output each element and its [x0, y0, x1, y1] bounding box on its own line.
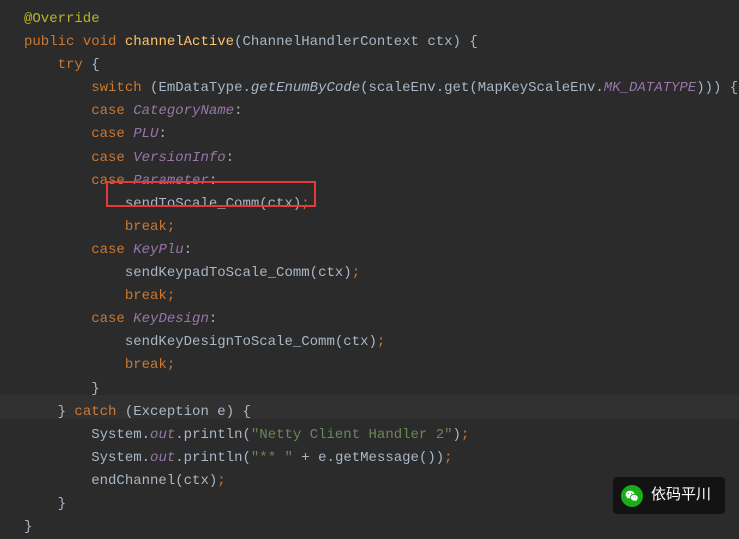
- case-parameter: Parameter: [133, 173, 209, 189]
- get-call: get: [444, 80, 469, 96]
- out-1: out: [150, 427, 175, 443]
- case-version: VersionInfo: [133, 150, 225, 166]
- kw-catch: catch: [74, 404, 116, 420]
- map-key-class: MapKeyScaleEnv: [478, 80, 596, 96]
- kw-break-1: break: [125, 219, 167, 235]
- kw-break-2: break: [125, 288, 167, 304]
- ctx-arg-2: ctx: [318, 265, 343, 281]
- kw-case-3: case: [91, 150, 125, 166]
- ctx-arg-4: ctx: [184, 473, 209, 489]
- plus-op: +: [293, 450, 318, 466]
- kw-case-5: case: [91, 242, 125, 258]
- kw-case-1: case: [91, 103, 125, 119]
- method-name: channelActive: [125, 34, 234, 50]
- println-2: println: [184, 450, 243, 466]
- kw-switch: switch: [91, 80, 141, 96]
- enum-method: getEnumByCode: [251, 80, 360, 96]
- get-message: getMessage: [335, 450, 419, 466]
- system-2: System: [91, 450, 141, 466]
- kw-case-6: case: [91, 311, 125, 327]
- call-sendkeydesign: sendKeyDesignToScale_Comm: [125, 334, 335, 350]
- kw-break-3: break: [125, 357, 167, 373]
- scale-env: scaleEnv: [369, 80, 436, 96]
- println-1: println: [184, 427, 243, 443]
- kw-void: void: [83, 34, 117, 50]
- code-block: @Override public void channelActive(Chan…: [0, 8, 739, 539]
- ctx-arg-1: ctx: [268, 196, 293, 212]
- ctx-arg-3: ctx: [343, 334, 368, 350]
- exc-name: e: [217, 404, 225, 420]
- case-keyplu: KeyPlu: [133, 242, 183, 258]
- exc-type: Exception: [133, 404, 209, 420]
- system-1: System: [91, 427, 141, 443]
- out-2: out: [150, 450, 175, 466]
- case-keydesign: KeyDesign: [133, 311, 209, 327]
- mk-const: MK_DATATYPE: [604, 80, 696, 96]
- kw-case-2: case: [91, 126, 125, 142]
- wechat-icon: [621, 485, 643, 507]
- case-category: CategoryName: [133, 103, 234, 119]
- call-sendtoscale: sendToScale_Comm: [125, 196, 259, 212]
- kw-try: try: [58, 57, 83, 73]
- end-channel: endChannel: [91, 473, 175, 489]
- call-sendkeypad: sendKeypadToScale_Comm: [125, 265, 310, 281]
- annotation-override: @Override: [24, 11, 100, 27]
- param-name: ctx: [427, 34, 452, 50]
- watermark: 依码平川: [613, 477, 725, 514]
- string-1: "Netty Client Handler 2": [251, 427, 453, 443]
- string-2: "** ": [251, 450, 293, 466]
- param-type: ChannelHandlerContext: [242, 34, 418, 50]
- case-plu: PLU: [133, 126, 158, 142]
- kw-case-4: case: [91, 173, 125, 189]
- watermark-text: 依码平川: [651, 483, 711, 508]
- enum-class: EmDataType: [158, 80, 242, 96]
- kw-public: public: [24, 34, 74, 50]
